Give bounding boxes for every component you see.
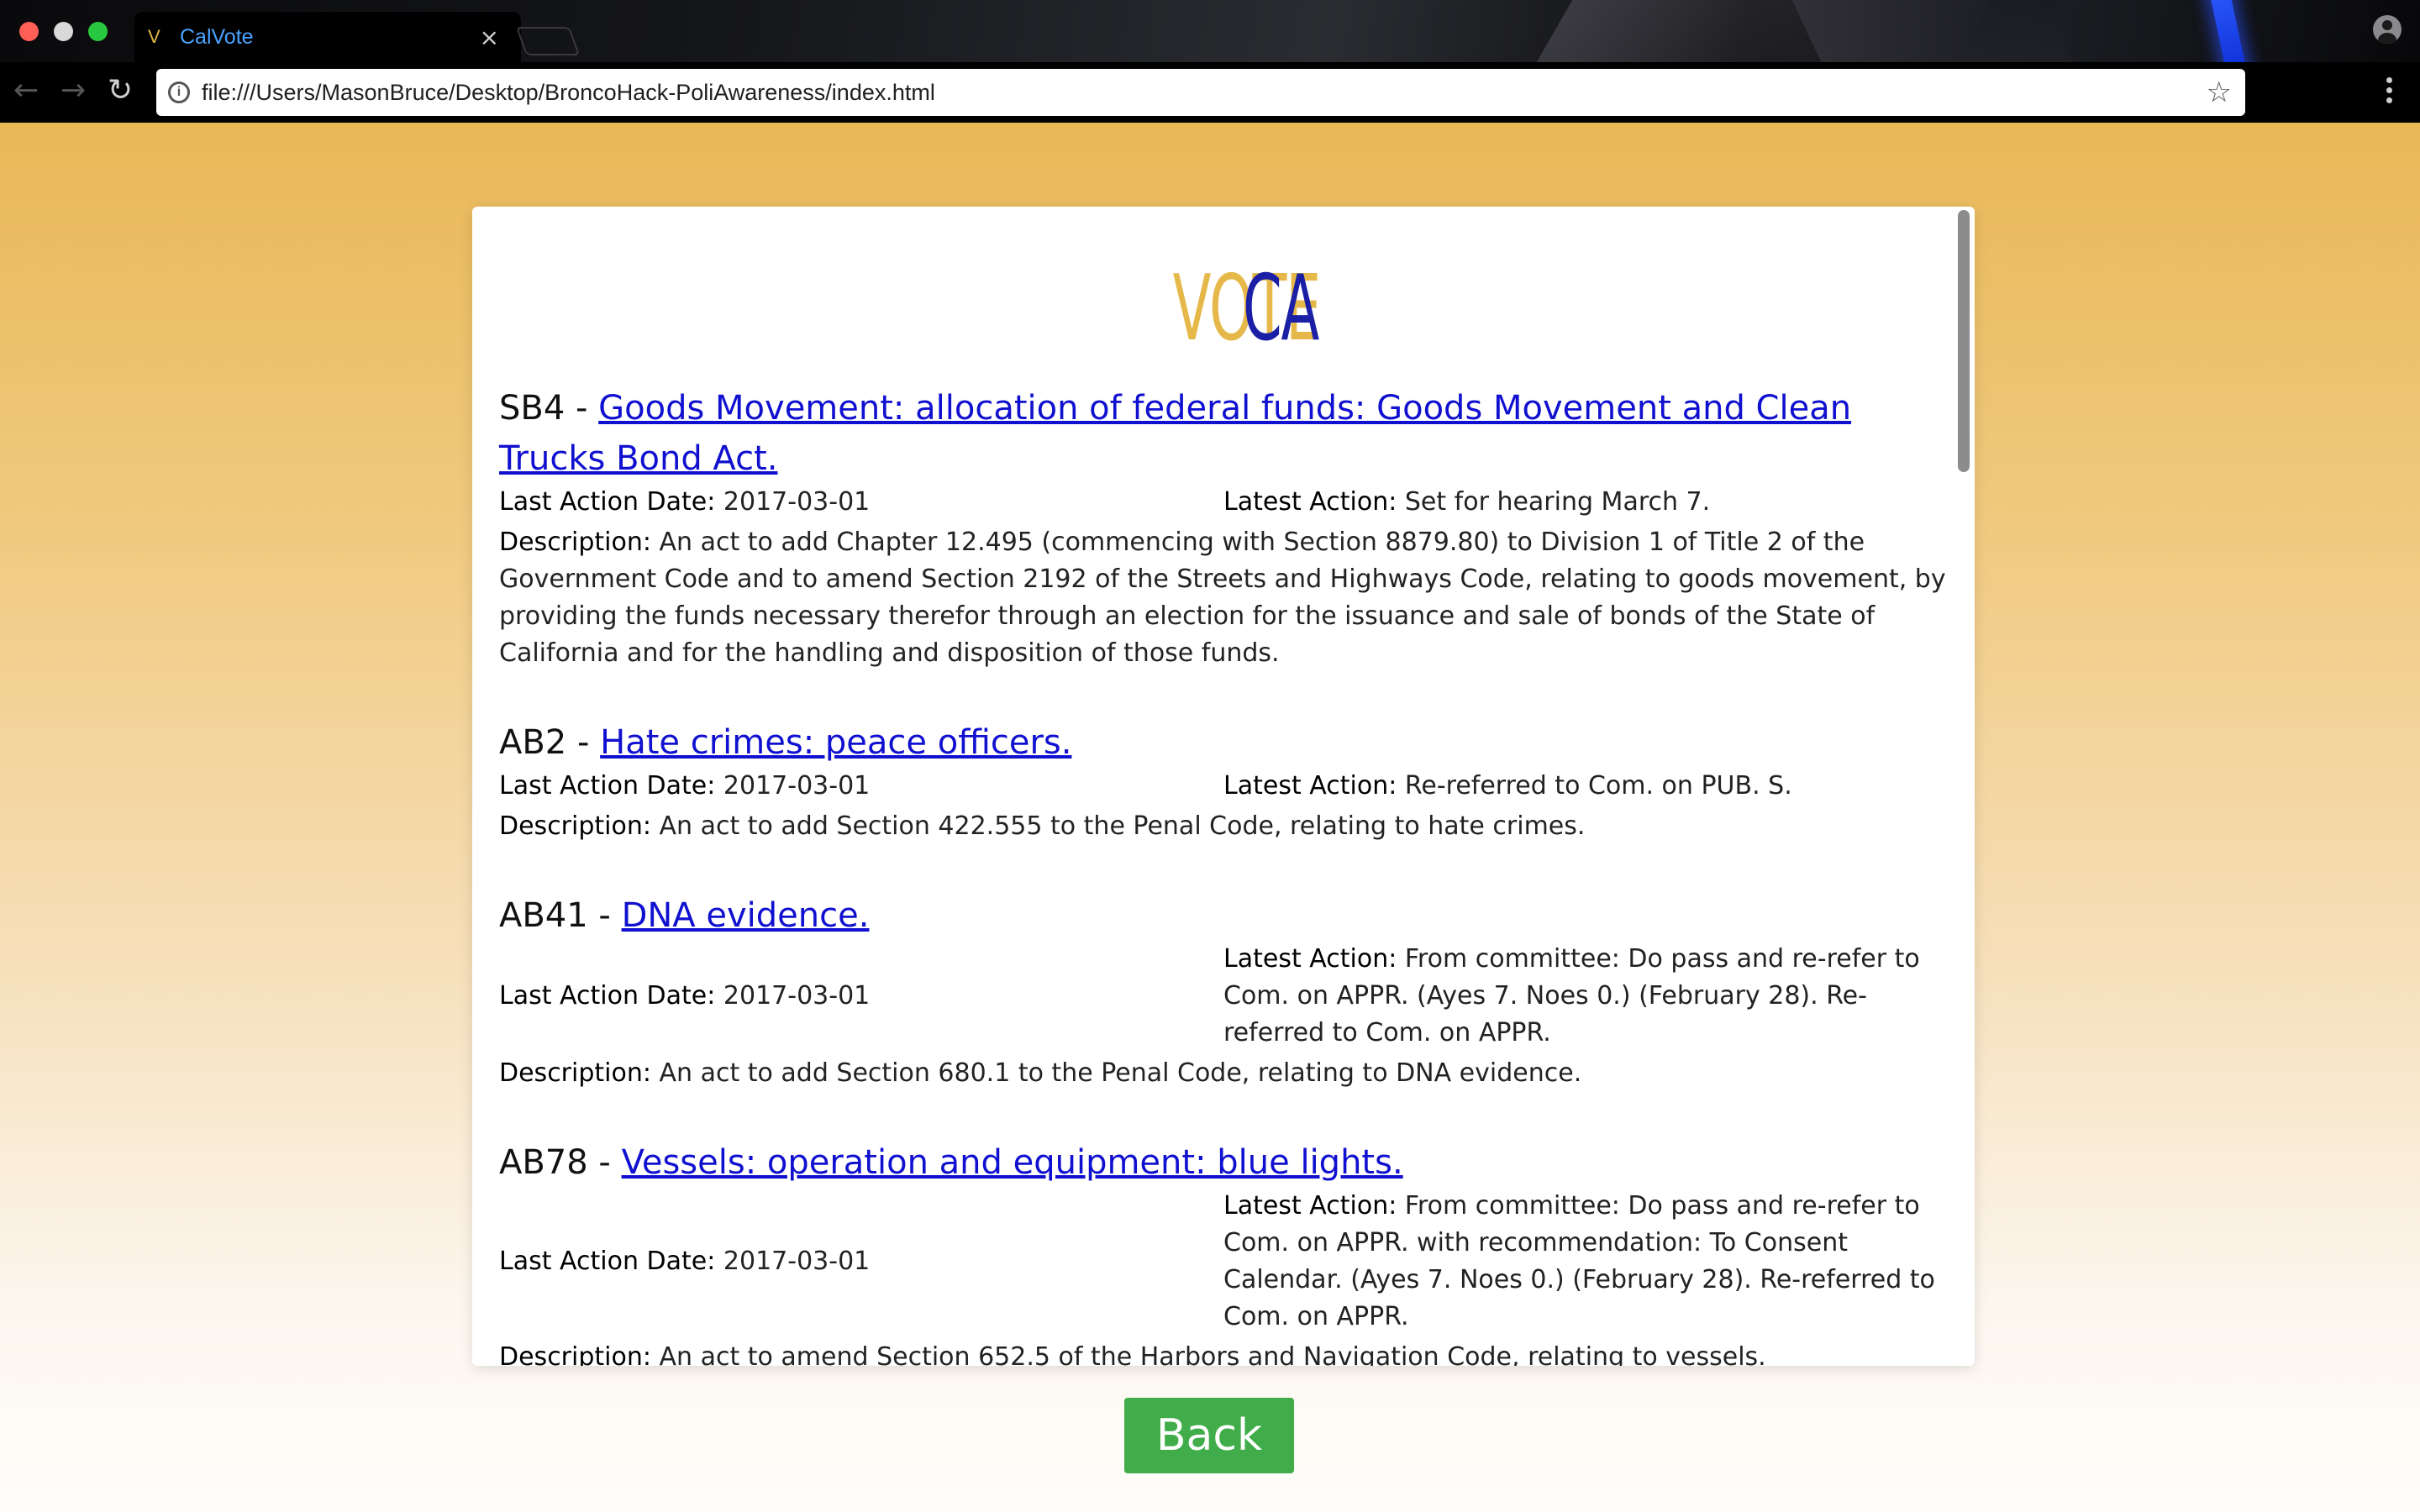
logo-ca-text: CA	[1242, 256, 1319, 361]
wallpaper-streak	[2207, 0, 2249, 62]
bill-description: Description: An act to amend Section 652…	[499, 1339, 1948, 1366]
last-action-date-label: Last Action Date:	[499, 771, 716, 801]
last-action-date-value: 2017-03-01	[723, 981, 871, 1011]
reload-icon[interactable]: ↻	[108, 76, 133, 106]
tab-title: CalVote	[180, 24, 254, 49]
bills-card[interactable]: VOTECA SB4 - Goods Movement: allocation …	[472, 207, 1975, 1366]
info-icon[interactable]: i	[168, 81, 190, 103]
bill-id: AB41	[499, 896, 588, 935]
bill-description: Description: An act to add Chapter 12.49…	[499, 524, 1948, 672]
bill-title-link[interactable]: Vessels: operation and equipment: blue l…	[622, 1143, 1403, 1182]
maximize-window-button[interactable]	[88, 22, 108, 41]
close-window-button[interactable]	[19, 22, 39, 41]
favicon-icon: V	[148, 26, 160, 47]
bill-title-link[interactable]: Hate crimes: peace officers.	[600, 723, 1071, 762]
last-action-date-label: Last Action Date:	[499, 981, 716, 1011]
bill-description: Description: An act to add Section 422.5…	[499, 808, 1948, 845]
bill-meta-row: Last Action Date: 2017-03-01 Latest Acti…	[499, 768, 1948, 805]
last-action-date-label: Last Action Date:	[499, 1247, 716, 1276]
latest-action-label: Latest Action:	[1223, 771, 1397, 801]
bookmark-star-icon[interactable]: ☆	[2207, 76, 2232, 109]
description-label: Description:	[499, 1058, 651, 1088]
browser-tab[interactable]: V CalVote ×	[134, 12, 521, 62]
bill-heading: AB2 - Hate crimes: peace officers.	[499, 723, 1072, 762]
latest-action-value: Set for hearing March 7.	[1404, 487, 1711, 517]
latest-action-field: Latest Action: From committee: Do pass a…	[1223, 1188, 1946, 1336]
url-text[interactable]: file:///Users/MasonBruce/Desktop/BroncoH…	[202, 80, 935, 106]
back-button[interactable]: Back	[1124, 1398, 1294, 1473]
profile-icon[interactable]	[2373, 15, 2402, 44]
last-action-date-label: Last Action Date:	[499, 487, 716, 517]
address-bar[interactable]: i file:///Users/MasonBruce/Desktop/Bronc…	[156, 69, 2245, 116]
bill-description: Description: An act to add Section 680.1…	[499, 1055, 1948, 1092]
bill-item: SB4 - Goods Movement: allocation of fede…	[499, 383, 1948, 672]
last-action-date-field: Last Action Date: 2017-03-01	[499, 978, 1223, 1015]
bill-item: AB41 - DNA evidence. Last Action Date: 2…	[499, 890, 1948, 1092]
wallpaper-shard	[1791, 0, 2074, 62]
latest-action-field: Latest Action: Set for hearing March 7.	[1223, 484, 1946, 521]
last-action-date-field: Last Action Date: 2017-03-01	[499, 484, 1223, 521]
browser-titlebar: V CalVote ×	[0, 0, 2420, 62]
bill-title-link[interactable]: DNA evidence.	[622, 896, 870, 935]
latest-action-label: Latest Action:	[1223, 487, 1397, 517]
last-action-date-field: Last Action Date: 2017-03-01	[499, 1243, 1223, 1280]
bill-id: AB78	[499, 1143, 588, 1182]
last-action-date-value: 2017-03-01	[723, 771, 871, 801]
bill-heading: AB41 - DNA evidence.	[499, 896, 870, 935]
scrollbar-thumb[interactable]	[1958, 210, 1970, 472]
description-value: An act to amend Section 652.5 of the Har…	[659, 1342, 1766, 1366]
latest-action-label: Latest Action:	[1223, 944, 1397, 974]
browser-toolbar: ← → ↻ i file:///Users/MasonBruce/Desktop…	[0, 62, 2420, 123]
back-arrow-icon[interactable]: ←	[13, 76, 39, 106]
last-action-date-field: Last Action Date: 2017-03-01	[499, 768, 1223, 805]
bill-heading: AB78 - Vessels: operation and equipment:…	[499, 1143, 1403, 1182]
forward-arrow-icon[interactable]: →	[60, 76, 86, 106]
tab-close-icon[interactable]: ×	[480, 24, 499, 51]
description-label: Description:	[499, 811, 651, 841]
latest-action-value: Re-referred to Com. on PUB. S.	[1404, 771, 1792, 801]
bill-item: AB78 - Vessels: operation and equipment:…	[499, 1137, 1948, 1366]
description-value: An act to add Section 680.1 to the Penal…	[659, 1058, 1582, 1088]
bill-item: AB2 - Hate crimes: peace officers. Last …	[499, 717, 1948, 845]
bill-meta-row: Last Action Date: 2017-03-01 Latest Acti…	[499, 941, 1948, 1052]
logo: VOTECA	[499, 259, 1948, 360]
page-viewport: VOTECA SB4 - Goods Movement: allocation …	[0, 123, 2420, 1512]
bill-title-link[interactable]: Goods Movement: allocation of federal fu…	[499, 389, 1851, 478]
last-action-date-value: 2017-03-01	[723, 487, 871, 517]
menu-dots-icon[interactable]	[2386, 77, 2393, 108]
bill-heading: SB4 - Goods Movement: allocation of fede…	[499, 389, 1852, 478]
scrollbar[interactable]	[1956, 207, 1971, 1366]
new-tab-button[interactable]	[515, 27, 581, 55]
bill-id: AB2	[499, 723, 567, 762]
description-label: Description:	[499, 528, 651, 557]
bill-meta-row: Last Action Date: 2017-03-01 Latest Acti…	[499, 1188, 1948, 1336]
description-value: An act to add Chapter 12.495 (commencing…	[499, 528, 1946, 668]
description-label: Description:	[499, 1342, 651, 1366]
bill-meta-row: Last Action Date: 2017-03-01 Latest Acti…	[499, 484, 1948, 521]
minimize-window-button[interactable]	[54, 22, 73, 41]
latest-action-field: Latest Action: Re-referred to Com. on PU…	[1223, 768, 1946, 805]
latest-action-field: Latest Action: From committee: Do pass a…	[1223, 941, 1946, 1052]
last-action-date-value: 2017-03-01	[723, 1247, 871, 1276]
card-content: VOTECA SB4 - Goods Movement: allocation …	[499, 207, 1948, 1367]
bill-id: SB4	[499, 389, 566, 428]
description-value: An act to add Section 422.555 to the Pen…	[659, 811, 1586, 841]
latest-action-label: Latest Action:	[1223, 1191, 1397, 1221]
